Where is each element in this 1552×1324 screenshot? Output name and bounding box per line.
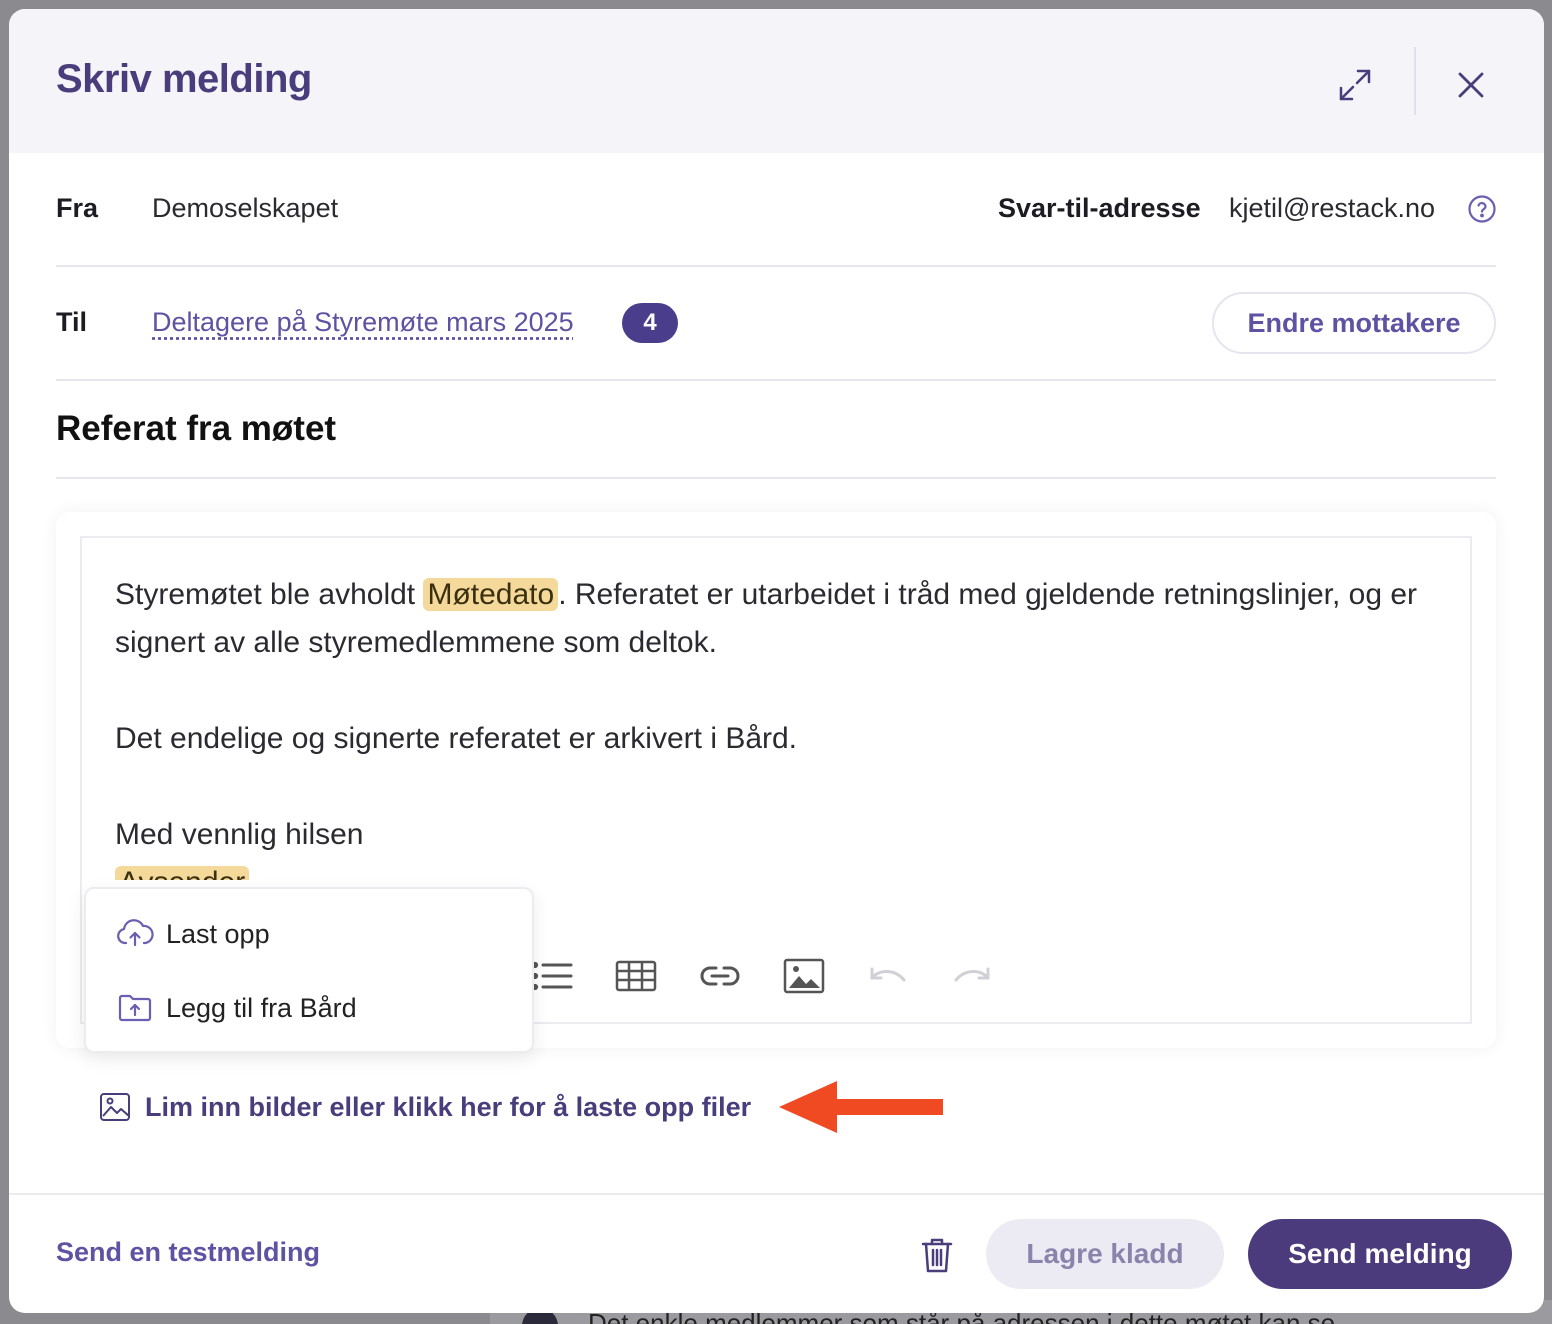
link-button[interactable] [698,956,742,996]
attachment-dropzone[interactable]: Lim inn bilder eller klikk her for å las… [99,1087,751,1127]
reply-to-label: Svar-til-adresse [998,193,1201,223]
redo-button[interactable] [950,956,994,996]
compose-modal: Skriv melding Fra Demoselskapet Svar-til… [9,9,1544,1313]
attachment-label: Lim inn bilder eller klikk her for å las… [145,1091,752,1122]
from-label: Fra [56,193,99,223]
divider [56,379,1496,381]
editor-paragraph: Det endelige og signerte referatet er ar… [115,722,798,755]
modal-title: Skriv melding [56,57,312,101]
bullet-list-button[interactable] [530,956,574,996]
editor-paragraph: Styremøtet ble avholdt Møtedato. Referat… [115,571,1435,667]
table-icon [615,960,657,992]
image-icon [100,1093,130,1121]
merge-tag-meeting-date[interactable]: Møtedato [423,578,559,611]
send-message-button[interactable]: Send melding [1248,1219,1512,1289]
send-test-link[interactable]: Send en testmelding [56,1237,320,1268]
menu-item-label: Last opp [166,918,270,949]
editor-empty-line [115,667,1435,715]
editor-body[interactable]: Styremøtet ble avholdt Møtedato. Referat… [115,571,1435,880]
help-icon[interactable] [1467,194,1497,224]
image-button[interactable] [782,956,826,996]
recipient-count-badge: 4 [622,303,678,343]
bullet-list-icon [531,961,573,991]
editor-content-area: Styremøtet ble avholdt Møtedato. Referat… [82,538,1470,880]
recipients-link[interactable]: Deltagere på Styremøte mars 2025 [152,307,574,338]
cloud-upload-icon [117,919,154,947]
editor-paragraph: Avsender [115,859,1435,880]
table-button[interactable] [614,956,658,996]
trash-icon[interactable] [919,1235,955,1275]
close-icon [1458,72,1484,98]
divider [56,477,1496,479]
footer-divider [9,1193,1544,1195]
expand-icon [1339,69,1371,101]
redo-icon [954,967,990,982]
undo-button[interactable] [866,956,910,996]
editor-paragraph: Med vennlig hilsen [115,818,364,851]
paragraph-text: Styremøtet ble avholdt [115,578,424,611]
image-icon [783,958,825,994]
reply-to-value: kjetil@restack.no [1229,193,1435,223]
change-recipients-button[interactable]: Endre mottakere [1212,292,1496,354]
subject-field[interactable]: Referat fra møtet [56,409,336,449]
expand-button[interactable] [1325,55,1385,115]
from-value: Demoselskapet [152,193,339,223]
save-draft-button[interactable]: Lagre kladd [986,1219,1224,1289]
menu-item-add-from-bard[interactable]: Legg til fra Bård [86,973,532,1043]
divider [56,265,1496,267]
modal-header: Skriv melding [9,9,1544,153]
folder-upload-icon [118,994,152,1022]
menu-item-upload[interactable]: Last opp [86,899,532,969]
to-label: Til [56,307,88,337]
upload-menu: Last opp Legg til fra Bård [84,887,534,1053]
close-button[interactable] [1441,55,1501,115]
link-icon [700,966,740,986]
header-divider [1414,47,1416,115]
undo-icon [870,967,906,982]
annotation-arrow-icon [779,1081,943,1133]
merge-tag-sender[interactable]: Avsender [115,866,250,880]
menu-item-label: Legg til fra Bård [166,992,357,1023]
editor-empty-line [115,763,1435,811]
